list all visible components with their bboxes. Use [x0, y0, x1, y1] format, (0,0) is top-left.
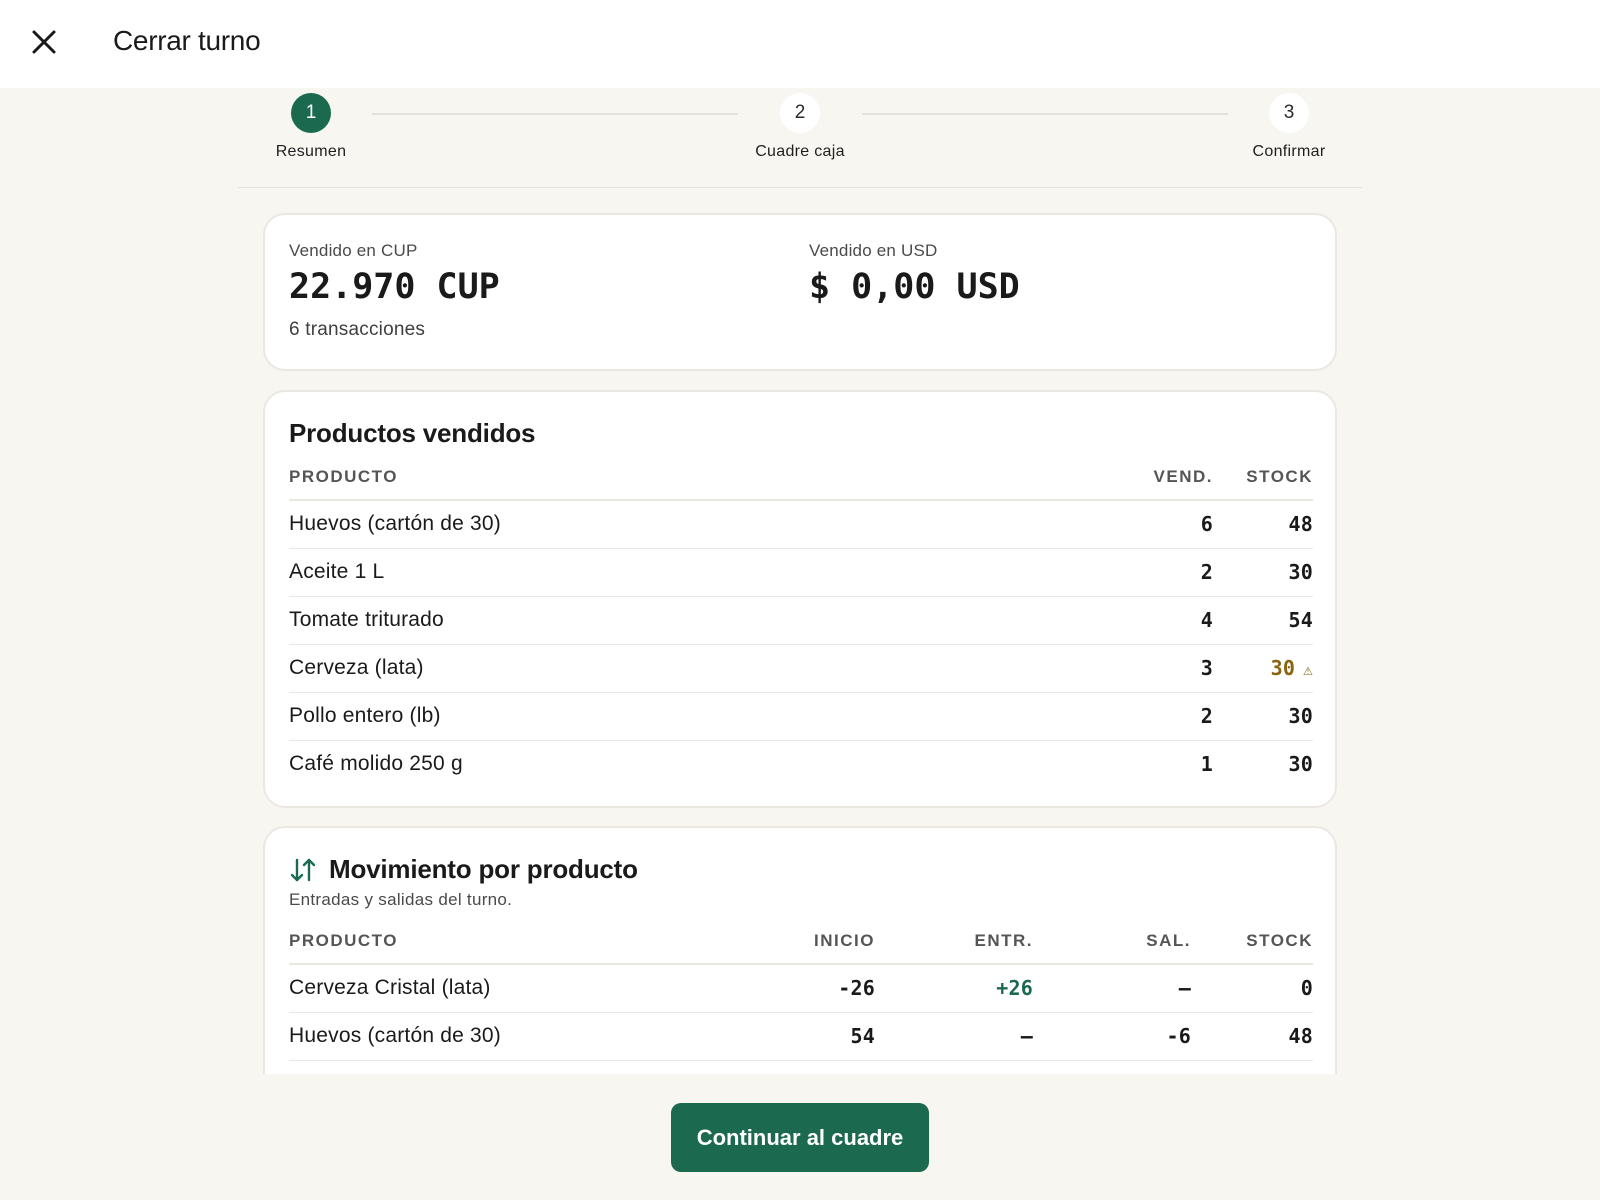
column-header-start: INICIO	[729, 918, 875, 965]
column-header-product: PRODUCTO	[289, 454, 1113, 501]
top-bar: Cerrar turno	[0, 0, 1600, 88]
sales-cup-label: Vendido en CUP	[289, 241, 418, 260]
stepper: 1 Resumen 2 Cuadre caja 3 Confirmar	[238, 88, 1362, 188]
step-connector	[372, 113, 738, 115]
column-header-out: SAL.	[1033, 918, 1191, 965]
swap-vertical-icon	[290, 858, 316, 881]
products-sold-header: Productos vendidos	[289, 418, 536, 449]
sold-count: 4	[1113, 596, 1213, 645]
table-header-row: PRODUCTO VEND. STOCK	[289, 454, 1313, 501]
table-row: Pollo entero (lb) 2 30	[289, 692, 1313, 741]
in-count: +26	[875, 964, 1033, 1013]
close-icon	[32, 30, 56, 54]
product-name: Cerveza (lata)	[289, 644, 1113, 693]
movement-table: PRODUCTO INICIO ENTR. SAL. STOCK Cerveza…	[289, 918, 1313, 1061]
table-row: Huevos (cartón de 30) 54 – -6 48	[289, 1012, 1313, 1061]
out-count: –	[1033, 964, 1191, 1013]
products-sold-card: Productos vendidos PRODUCTO VEND. STOCK …	[263, 390, 1337, 808]
sales-usd: Vendido en USD $ 0,00 USD	[809, 241, 1020, 307]
step-label: Confirmar	[1252, 143, 1326, 160]
transaction-count: 6 transacciones	[289, 319, 426, 340]
sold-count: 6	[1113, 500, 1213, 549]
table-row: Huevos (cartón de 30) 6 48	[289, 500, 1313, 549]
column-header-in: ENTR.	[875, 918, 1033, 965]
product-name: Café molido 250 g	[289, 752, 463, 776]
stock-cell-low: 30 ⚠	[1213, 644, 1313, 693]
page-title: Cerrar turno	[113, 25, 261, 56]
sales-cup: Vendido en CUP 22.970 CUP 6 transaccione…	[289, 241, 500, 341]
movement-subtitle: Entradas y salidas del turno.	[289, 890, 513, 909]
product-name: Pollo entero (lb)	[289, 692, 1113, 741]
start-count: 54	[729, 1012, 875, 1061]
table-row: Cerveza (lata) 3 30 ⚠	[289, 644, 1313, 693]
stock-count: 54	[1213, 596, 1313, 645]
step-number: 3	[1269, 93, 1309, 133]
movement-title: Movimiento por producto	[329, 854, 638, 884]
table-row: Tomate triturado 4 54	[289, 596, 1313, 645]
sold-count: 2	[1113, 548, 1213, 597]
stock-count: 48	[1213, 500, 1313, 549]
table-row: Café molido 250 g 1 30	[289, 740, 1313, 788]
step-number: 1	[291, 93, 331, 133]
product-name: Cerveza Cristal (lata)	[289, 964, 729, 1013]
products-sold-title: Productos vendidos	[289, 418, 536, 448]
products-sold-table: PRODUCTO VEND. STOCK Huevos (cartón de 3…	[289, 454, 1313, 788]
sales-usd-label: Vendido en USD	[809, 241, 938, 260]
product-name: Huevos (cartón de 30)	[289, 500, 1113, 549]
sold-count: 1	[1200, 752, 1213, 777]
stock-count: 30	[1213, 548, 1313, 597]
step-resumen: 1 Resumen	[251, 93, 371, 161]
stock-count: 48	[1191, 1012, 1313, 1061]
sales-usd-value: $ 0,00 USD	[809, 267, 1020, 307]
stock-count: 30	[1213, 692, 1313, 741]
product-name: Aceite 1 L	[289, 548, 1113, 597]
in-count: –	[875, 1012, 1033, 1061]
column-header-sold: VEND.	[1113, 454, 1213, 501]
product-name: Huevos (cartón de 30)	[289, 1012, 729, 1061]
product-name: Tomate triturado	[289, 596, 1113, 645]
close-button[interactable]	[24, 22, 64, 62]
sold-count: 2	[1113, 692, 1213, 741]
out-count: -6	[1033, 1012, 1191, 1061]
stock-count: 30	[1270, 656, 1296, 680]
step-label: Resumen	[275, 143, 347, 160]
warning-icon: ⚠	[1303, 660, 1313, 679]
step-label: Cuadre caja	[755, 143, 845, 160]
step-connector	[862, 113, 1228, 115]
start-count: -26	[729, 964, 875, 1013]
sales-summary-card: Vendido en CUP 22.970 CUP 6 transaccione…	[263, 213, 1337, 371]
sold-count: 3	[1113, 644, 1213, 693]
column-header-stock: STOCK	[1191, 918, 1313, 965]
column-header-stock: STOCK	[1213, 454, 1313, 501]
step-confirmar: 3 Confirmar	[1229, 93, 1349, 161]
continue-button[interactable]: Continuar al cuadre	[671, 1103, 929, 1172]
table-header-row: PRODUCTO INICIO ENTR. SAL. STOCK	[289, 918, 1313, 965]
table-row: Aceite 1 L 2 30	[289, 548, 1313, 597]
column-header-product: PRODUCTO	[289, 918, 729, 965]
table-row: Cerveza Cristal (lata) -26 +26 – 0	[289, 964, 1313, 1013]
step-cuadre-caja: 2 Cuadre caja	[740, 93, 860, 161]
stock-count: 0	[1191, 964, 1313, 1013]
step-number: 2	[780, 93, 820, 133]
sales-cup-value: 22.970 CUP	[289, 267, 500, 307]
movement-header: Movimiento por producto	[289, 854, 638, 885]
stock-count: 30	[1288, 752, 1313, 777]
